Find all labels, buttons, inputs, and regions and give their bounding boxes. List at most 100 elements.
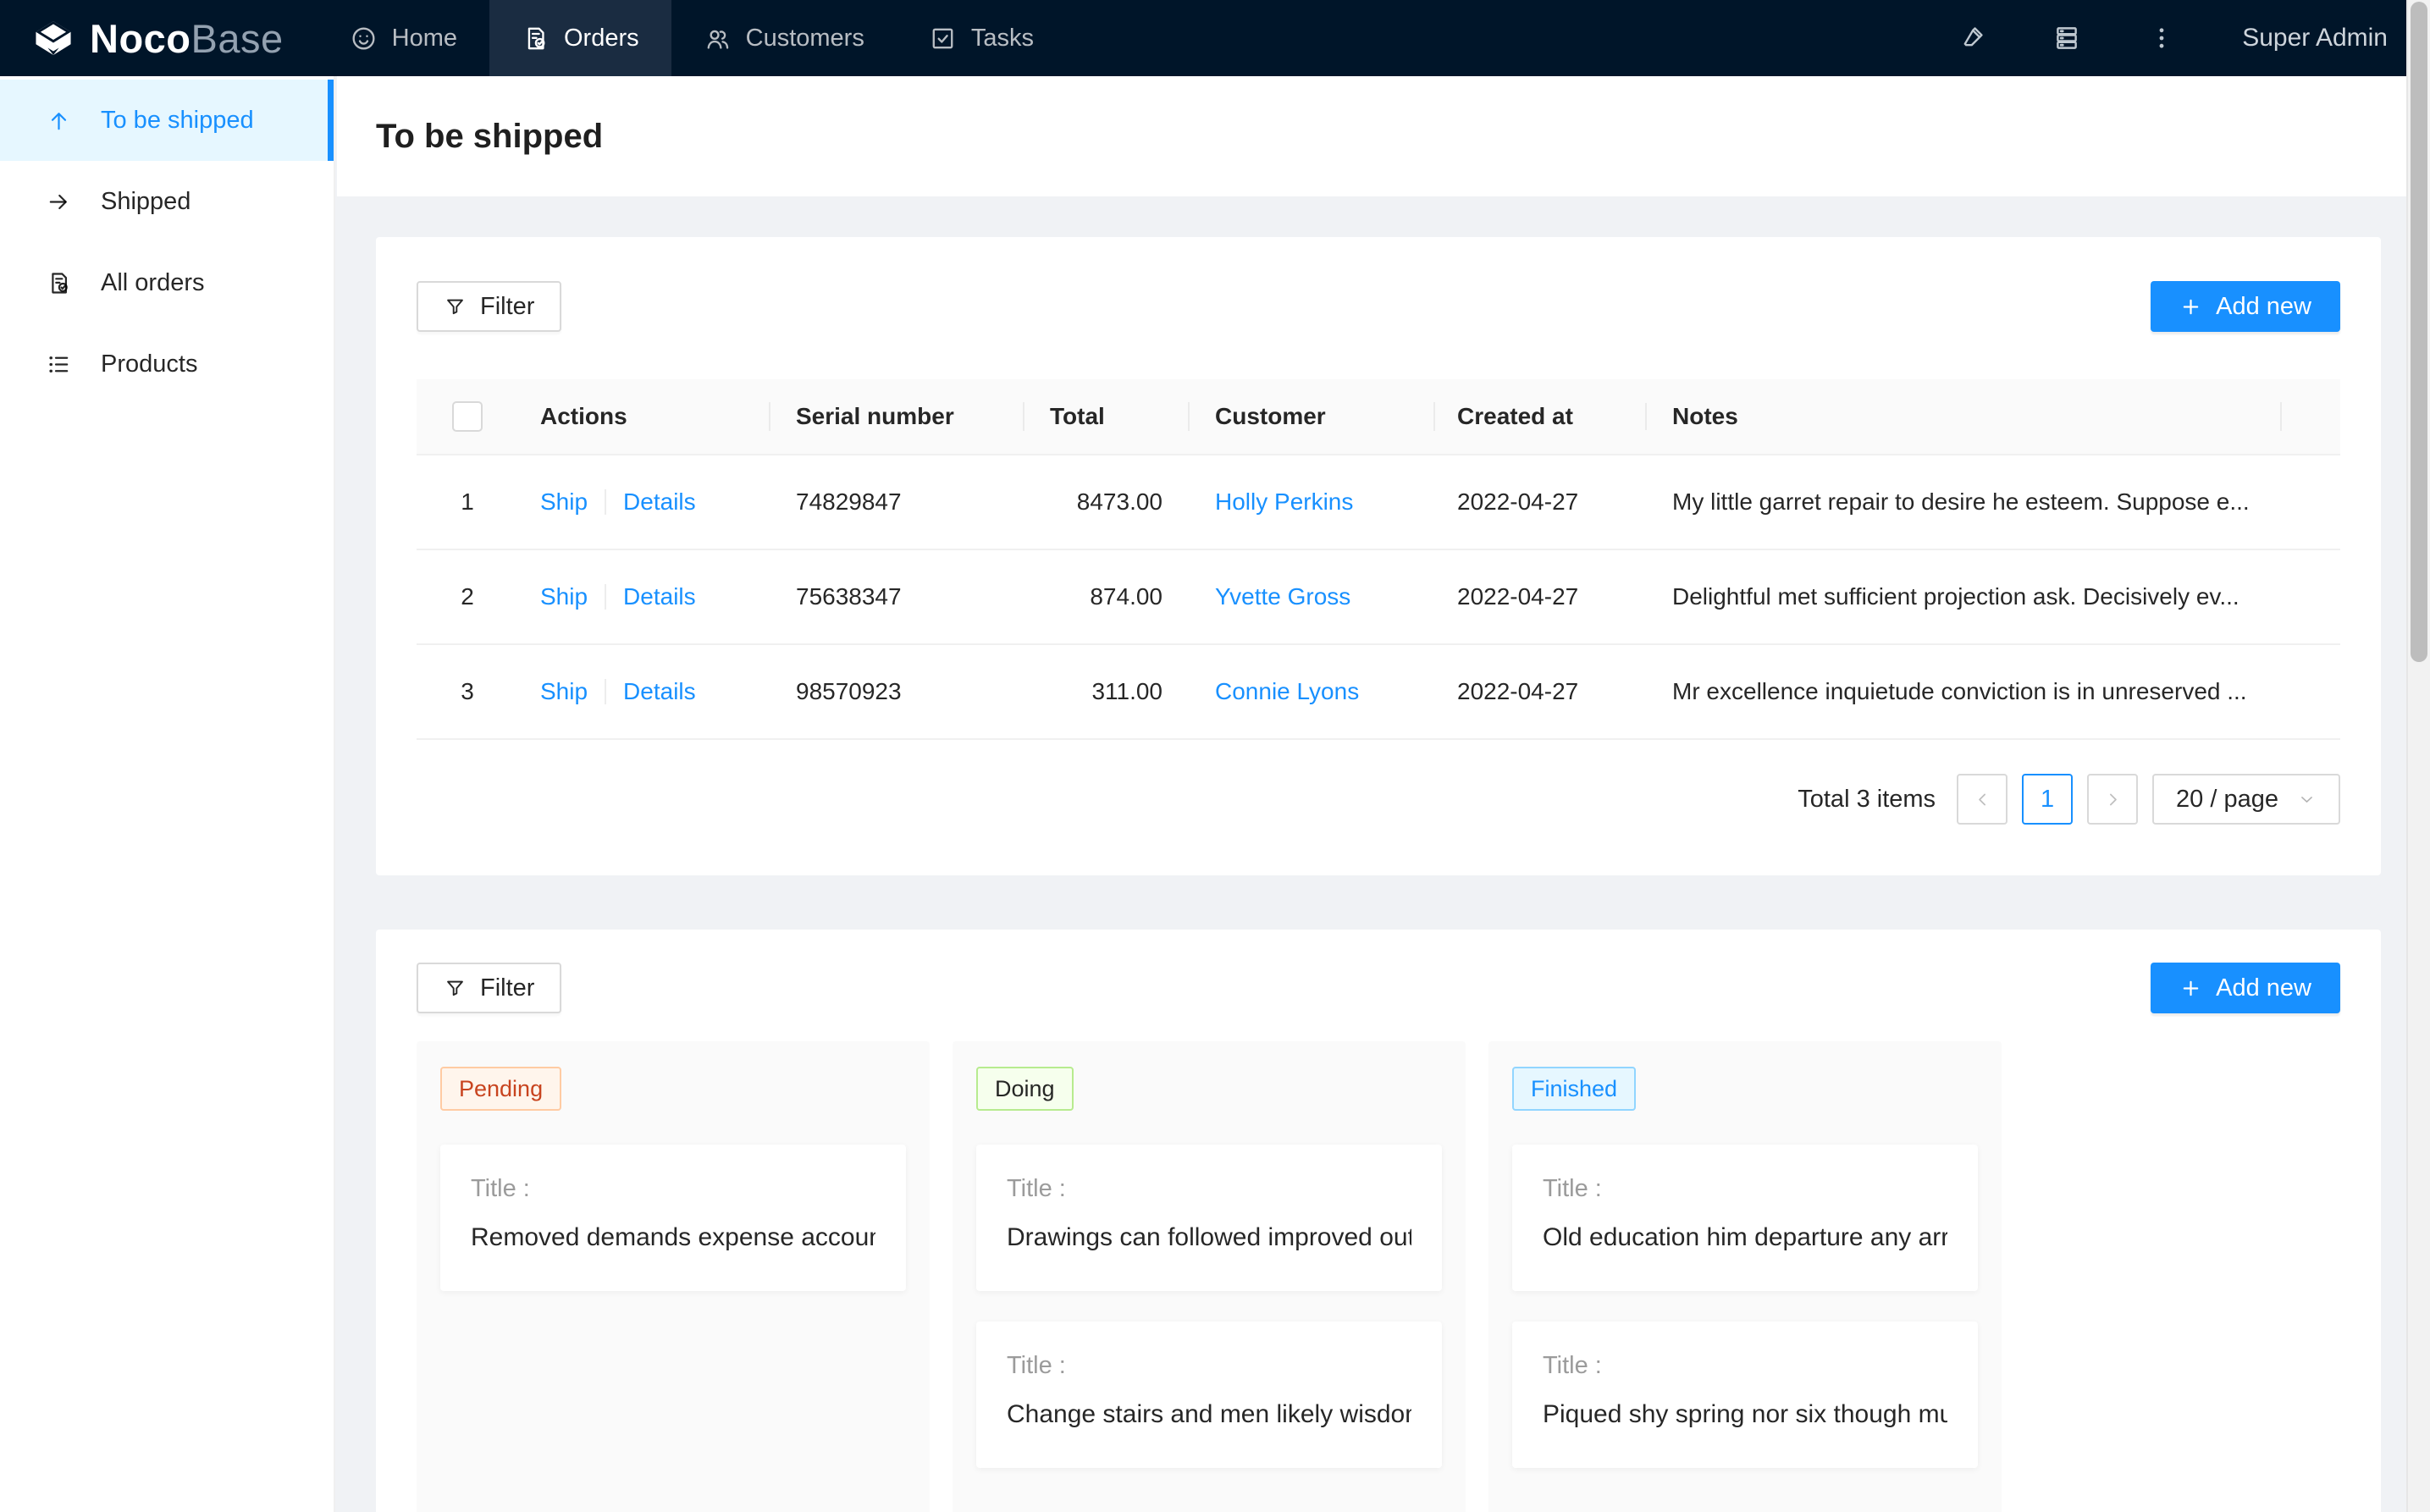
sidebar-item-shipped[interactable]: Shipped [0,161,334,242]
add-new-button[interactable]: Add new [2151,281,2340,332]
orders-toolbar: Filter Add new [417,237,2340,332]
vertical-scrollbar-thumb[interactable] [2411,2,2427,662]
page-title: To be shipped [376,118,603,156]
table-row: 1 Ship Details 74829847 8473.00 Holly Pe… [417,455,2340,550]
card-field-value: Drawings can followed improved out ... [1007,1223,1411,1252]
sidebar-item-all-orders[interactable]: All orders [0,242,334,323]
sidebar-item-label: Products [101,350,197,378]
page-size-select[interactable]: 20 / page [2152,774,2340,825]
pagination-next-button[interactable] [2087,774,2138,825]
pagination-total: Total 3 items [1798,786,1936,814]
kanban-card[interactable]: Title : Old education him departure any … [1512,1145,1978,1291]
customer-link[interactable]: Connie Lyons [1215,678,1359,704]
vertical-scrollbar-track[interactable] [2406,0,2430,1512]
nav-item-customers[interactable]: Customers [671,0,897,76]
filter-button[interactable]: Filter [417,281,561,332]
card-field-label: Title : [1543,1175,1947,1203]
status-tag-finished: Finished [1512,1067,1636,1111]
team-icon [704,25,732,52]
add-new-button-label: Add new [2216,974,2311,1002]
column-header-notes: Notes [1645,403,2280,430]
status-tag-pending: Pending [440,1067,561,1111]
card-field-label: Title : [1007,1175,1411,1203]
details-link[interactable]: Details [623,583,696,610]
ship-link[interactable]: Ship [540,583,588,610]
nocobase-logo[interactable]: NocoBase [0,0,318,76]
page-header: To be shipped [337,76,2430,196]
row-index: 2 [417,583,518,610]
card-field-value: Piqued shy spring nor six though mut... [1543,1400,1947,1429]
kanban-card[interactable]: Title : Piqued shy spring nor six though… [1512,1322,1978,1468]
created-at-cell: 2022-04-27 [1433,678,1645,705]
pagination: Total 3 items 1 20 / page [417,774,2340,825]
ship-link[interactable]: Ship [540,488,588,516]
kanban-column-doing: Doing Title : Drawings can followed impr… [953,1041,1466,1512]
ui-editor-highlighter-icon[interactable] [1958,24,1986,52]
main-area: To be shipped Filter Add n [337,76,2430,1512]
pagination-page-1[interactable]: 1 [2022,774,2073,825]
sidebar-item-products[interactable]: Products [0,323,334,405]
orders-table-card: Filter Add new Actions Serial number [376,237,2381,875]
total-cell: 311.00 [1023,678,1188,705]
more-ellipsis-icon[interactable] [2147,24,2176,52]
kanban-card[interactable]: Title : Change stairs and men likely wis… [976,1322,1442,1468]
sidebar-item-label: Shipped [101,188,191,216]
table-row: 2 Ship Details 75638347 874.00 Yvette Gr… [417,550,2340,645]
check-square-icon [929,25,957,52]
arrow-right-icon [46,189,72,215]
created-at-cell: 2022-04-27 [1433,488,1645,516]
details-link[interactable]: Details [623,488,696,516]
pagination-prev-button[interactable] [1957,774,2008,825]
ship-link[interactable]: Ship [540,678,588,705]
column-header-customer: Customer [1188,403,1433,430]
plus-icon [2179,977,2202,1000]
filter-button-label: Filter [480,974,534,1002]
orders-table: Actions Serial number Total Customer Cre… [417,379,2340,740]
nav-item-tasks[interactable]: Tasks [897,0,1066,76]
details-link[interactable]: Details [623,678,696,705]
status-tag-doing: Doing [976,1067,1074,1111]
logo-text: NocoBase [90,15,284,62]
database-icon[interactable] [2052,24,2081,52]
total-cell: 874.00 [1023,583,1188,610]
card-field-label: Title : [471,1175,875,1203]
filter-button-label: Filter [480,293,534,321]
kanban-card[interactable]: Title : Removed demands expense account … [440,1145,906,1291]
chevron-down-icon [2297,790,2317,809]
serial-number-cell: 98570923 [769,678,1023,705]
filter-funnel-icon [444,977,467,1000]
app-screen: NocoBase Home [0,0,2430,1512]
card-field-label: Title : [1007,1352,1411,1380]
column-header-serial-number: Serial number [769,403,1023,430]
unordered-list-icon [46,351,72,378]
user-menu[interactable]: Super Admin [2242,24,2388,52]
customer-link[interactable]: Holly Perkins [1215,488,1353,515]
serial-number-cell: 75638347 [769,583,1023,610]
nav-item-label: Tasks [971,25,1034,52]
nav-item-orders[interactable]: Orders [489,0,671,76]
select-all-checkbox[interactable] [452,401,483,432]
file-done-icon [46,270,72,296]
nav-item-home[interactable]: Home [318,0,489,76]
customer-link[interactable]: Yvette Gross [1215,583,1350,610]
kanban-column-pending: Pending Title : Removed demands expense … [417,1041,930,1512]
table-header-row: Actions Serial number Total Customer Cre… [417,379,2340,455]
column-header-created-at: Created at [1433,403,1645,430]
kanban-card[interactable]: Title : Drawings can followed improved o… [976,1145,1442,1291]
table-row: 3 Ship Details 98570923 311.00 Connie Ly… [417,645,2340,740]
nav-item-label: Home [392,25,457,52]
kanban-column-finished: Finished Title : Old education him depar… [1488,1041,2002,1512]
card-field-value: Change stairs and men likely wisdom ... [1007,1400,1411,1429]
chevron-left-icon [1972,789,1993,810]
column-header-total: Total [1023,403,1188,430]
sidebar-item-to-be-shipped[interactable]: To be shipped [0,80,334,161]
row-index: 3 [417,678,518,705]
notes-cell: Mr excellence inquietude conviction is i… [1645,678,2280,705]
tasks-board-card: Filter Add new Pending Title : [376,930,2381,1512]
add-new-button[interactable]: Add new [2151,963,2340,1013]
notes-cell: My little garret repair to desire he est… [1645,488,2280,516]
smiley-icon [350,25,378,52]
filter-button[interactable]: Filter [417,963,561,1013]
notes-cell: Delightful met sufficient projection ask… [1645,583,2280,610]
row-index: 1 [417,488,518,516]
